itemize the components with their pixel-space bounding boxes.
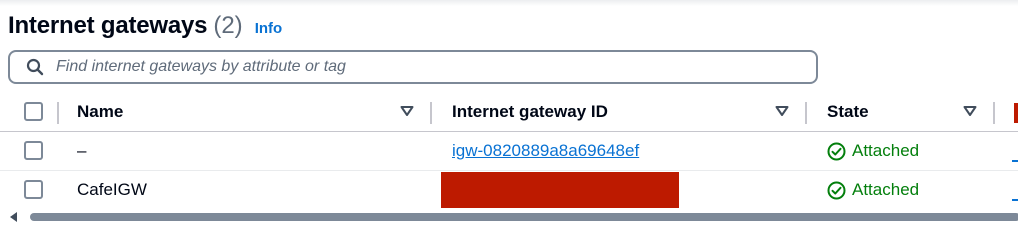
status-text: Attached <box>852 180 920 199</box>
page-title: Internet gateways <box>8 12 208 39</box>
column-header-gateway-id[interactable]: Internet gateway ID <box>452 93 608 131</box>
redacted-gateway-id <box>441 172 679 208</box>
status-text: Attached <box>852 141 920 160</box>
cell-name: – <box>77 141 87 160</box>
sort-caret-icon[interactable] <box>963 105 977 117</box>
sort-caret-icon[interactable] <box>400 105 414 117</box>
horizontal-scrollbar[interactable] <box>0 210 1018 224</box>
truncated-column-header <box>1014 103 1018 123</box>
sort-caret-icon[interactable] <box>775 105 789 117</box>
cell-state: Attached <box>827 132 919 170</box>
check-circle-icon <box>827 181 846 199</box>
column-header-name[interactable]: Name <box>77 93 123 131</box>
search-field[interactable] <box>8 50 818 84</box>
table-row[interactable]: CafeIGW Attached <box>0 171 1018 209</box>
search-icon <box>26 58 44 76</box>
item-count: (2) <box>213 12 243 39</box>
scroll-left-arrow-icon[interactable] <box>10 212 18 222</box>
cell-name: CafeIGW <box>77 180 147 199</box>
table-row[interactable]: – igw-0820889a8a69648ef Attached <box>0 132 1018 171</box>
table-header-row: Name Internet gateway ID State <box>0 93 1018 132</box>
status-indicator: Attached <box>827 141 919 161</box>
row-checkbox[interactable] <box>24 141 43 160</box>
status-indicator: Attached <box>827 180 919 200</box>
info-link[interactable]: Info <box>255 20 283 37</box>
scrollbar-thumb[interactable] <box>30 213 1018 221</box>
select-all-checkbox[interactable] <box>24 102 43 121</box>
top-shadow <box>0 0 1018 6</box>
truncated-cell-link[interactable] <box>1012 183 1018 201</box>
truncated-cell-link[interactable] <box>1012 144 1018 162</box>
search-input[interactable] <box>56 58 756 76</box>
cell-gateway-id: igw-0820889a8a69648ef <box>452 132 639 170</box>
gateway-id-link[interactable]: igw-0820889a8a69648ef <box>452 141 639 161</box>
column-header-state[interactable]: State <box>827 93 869 131</box>
column-divider <box>993 102 995 124</box>
cell-state: Attached <box>827 171 919 209</box>
column-divider <box>57 102 59 124</box>
page-header: Internet gateways (2) Info <box>8 12 282 44</box>
column-divider <box>805 102 807 124</box>
column-divider <box>430 102 432 124</box>
row-checkbox[interactable] <box>24 180 43 199</box>
check-circle-icon <box>827 142 846 160</box>
